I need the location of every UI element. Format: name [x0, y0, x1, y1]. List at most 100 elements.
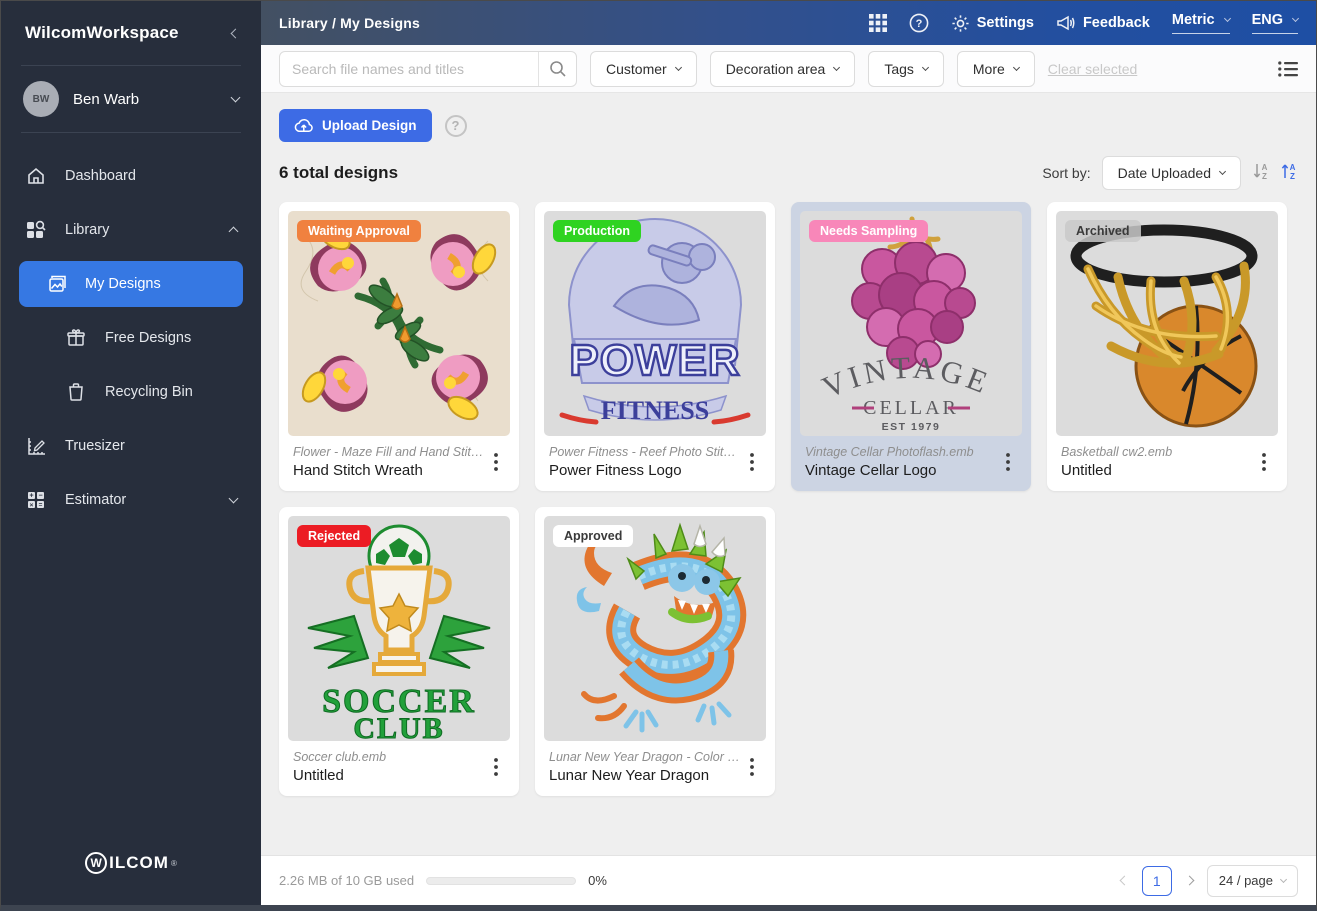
status-badge: Waiting Approval [297, 220, 421, 242]
design-thumbnail[interactable]: SOCCER CLUB Rejected [288, 516, 510, 741]
design-card[interactable]: Approved Lunar New Year Dragon - Color P… [535, 507, 775, 796]
card-menu-button[interactable] [485, 453, 507, 471]
power-fitness-artwork: POWER FITNESS [544, 211, 766, 436]
customer-filter-dropdown[interactable]: Customer [590, 51, 697, 87]
design-filename: Flower - Maze Fill and Hand Stitch... [293, 445, 485, 459]
sidebar-item-label: Free Designs [105, 330, 191, 346]
design-filename: Basketball cw2.emb [1061, 445, 1253, 459]
clear-selected-link[interactable]: Clear selected [1048, 61, 1138, 77]
sidebar-item-dashboard[interactable]: Dashboard [1, 151, 261, 201]
main-area: Library / My Designs ? Settings [261, 1, 1316, 905]
page-size-dropdown[interactable]: 24 / page [1207, 865, 1298, 897]
sort-ascending-icon[interactable]: A Z [1280, 161, 1298, 186]
sort-dropdown[interactable]: Date Uploaded [1102, 156, 1241, 190]
user-menu[interactable]: BW Ben Warb [1, 66, 261, 132]
svg-text:×: × [30, 502, 34, 509]
tags-filter-dropdown[interactable]: Tags [868, 51, 944, 87]
help-icon[interactable]: ? [909, 13, 929, 33]
sidebar-item-label: My Designs [85, 276, 161, 292]
vintage-cellar-artwork: VINTAGE CELLAR EST 1979 [800, 211, 1022, 436]
sidebar-item-free-designs[interactable]: Free Designs [1, 313, 261, 363]
wilcom-logo: WILCOM® [1, 821, 261, 905]
status-badge: Approved [553, 525, 633, 547]
sidebar-item-label: Dashboard [65, 168, 136, 184]
app-window: WilcomWorkspace BW Ben Warb Dashboard [0, 0, 1317, 911]
svg-text:POWER: POWER [569, 336, 740, 385]
card-menu-button[interactable] [997, 453, 1019, 471]
flower-wreath-artwork [288, 211, 510, 436]
sort-by-label: Sort by: [1042, 165, 1090, 181]
wilcom-w-icon: W [85, 852, 107, 874]
design-thumbnail[interactable]: Waiting Approval [288, 211, 510, 436]
decoration-area-filter-dropdown[interactable]: Decoration area [710, 51, 856, 87]
sidebar-item-label: Recycling Bin [105, 384, 193, 400]
card-menu-button[interactable] [485, 758, 507, 776]
svg-text:=: = [39, 502, 43, 509]
status-badge: Rejected [297, 525, 371, 547]
sidebar-item-label: Truesizer [65, 438, 125, 454]
sidebar-item-library[interactable]: Library [1, 205, 261, 255]
language-dropdown[interactable]: ENG [1252, 12, 1298, 34]
design-thumbnail[interactable]: Approved [544, 516, 766, 741]
search-box [279, 51, 577, 87]
list-view-icon[interactable] [1278, 61, 1298, 77]
design-card[interactable]: Archived Basketball cw2.emb Untitled [1047, 202, 1287, 491]
design-thumbnail[interactable]: VINTAGE CELLAR EST 1979 Needs Sampling [800, 211, 1022, 436]
filter-bar: Customer Decoration area Tags More Clear… [261, 45, 1316, 93]
upload-design-button[interactable]: Upload Design [279, 109, 432, 142]
content-area: Upload Design ? 6 total designs Sort by:… [261, 93, 1316, 855]
apps-grid-icon[interactable] [869, 14, 887, 32]
page-number-button[interactable]: 1 [1142, 866, 1172, 896]
sidebar-item-label: Library [65, 222, 109, 238]
sidebar-nav: Dashboard Library [1, 133, 261, 821]
search-input[interactable] [280, 61, 538, 77]
sidebar: WilcomWorkspace BW Ben Warb Dashboard [1, 1, 261, 905]
footer-bar: 2.26 MB of 10 GB used 0% 1 24 / page [261, 855, 1316, 905]
upload-help-icon[interactable]: ? [445, 115, 467, 137]
previous-page-button[interactable] [1121, 877, 1128, 884]
svg-text:CELLAR: CELLAR [863, 397, 959, 419]
gift-icon [65, 328, 87, 348]
units-dropdown[interactable]: Metric [1172, 12, 1230, 34]
calculator-icon: + − × = [25, 490, 47, 510]
sidebar-item-estimator[interactable]: + − × = Estimator [1, 475, 261, 525]
design-thumbnail[interactable]: Archived [1056, 211, 1278, 436]
card-menu-button[interactable] [741, 758, 763, 776]
more-filter-dropdown[interactable]: More [957, 51, 1035, 87]
next-page-button[interactable] [1186, 877, 1193, 884]
settings-button[interactable]: Settings [951, 14, 1034, 33]
design-title: Lunar New Year Dragon [549, 767, 741, 784]
soccer-club-artwork: SOCCER CLUB [288, 516, 510, 741]
design-card-selected[interactable]: VINTAGE CELLAR EST 1979 Needs Sampling V… [791, 202, 1031, 491]
sidebar-item-my-designs[interactable]: My Designs [19, 261, 243, 307]
megaphone-icon [1056, 14, 1076, 32]
card-menu-button[interactable] [741, 453, 763, 471]
design-card[interactable]: POWER FITNESS Production Power Fitness -… [535, 202, 775, 491]
dragon-artwork [544, 516, 766, 741]
sidebar-collapse-button[interactable] [232, 24, 239, 42]
library-icon [25, 220, 47, 240]
design-filename: Vintage Cellar Photoflash.emb [805, 445, 997, 459]
design-card[interactable]: SOCCER CLUB Rejected Soccer club.emb Unt… [279, 507, 519, 796]
search-button[interactable] [538, 52, 576, 86]
sort-descending-icon[interactable]: A Z [1252, 161, 1270, 186]
status-badge: Needs Sampling [809, 220, 928, 242]
design-title: Vintage Cellar Logo [805, 462, 997, 479]
sidebar-item-truesizer[interactable]: Truesizer [1, 421, 261, 471]
design-thumbnail[interactable]: POWER FITNESS Production [544, 211, 766, 436]
design-title: Hand Stitch Wreath [293, 462, 485, 479]
design-title: Untitled [1061, 462, 1253, 479]
user-name: Ben Warb [73, 91, 218, 108]
design-filename: Power Fitness - Reef Photo Stitch.... [549, 445, 741, 459]
svg-text:Z: Z [1262, 172, 1267, 181]
svg-text:A: A [1290, 163, 1296, 172]
feedback-button[interactable]: Feedback [1056, 14, 1150, 32]
designs-grid: Waiting Approval Flower - Maze Fill and … [261, 202, 1316, 796]
sidebar-item-label: Estimator [65, 492, 126, 508]
card-menu-button[interactable] [1253, 453, 1275, 471]
design-filename: Lunar New Year Dragon - Color Ph... [549, 750, 741, 764]
chevron-down-icon [231, 93, 241, 103]
design-card[interactable]: Waiting Approval Flower - Maze Fill and … [279, 202, 519, 491]
breadcrumb: Library / My Designs [279, 15, 420, 31]
sidebar-item-recycling-bin[interactable]: Recycling Bin [1, 367, 261, 417]
